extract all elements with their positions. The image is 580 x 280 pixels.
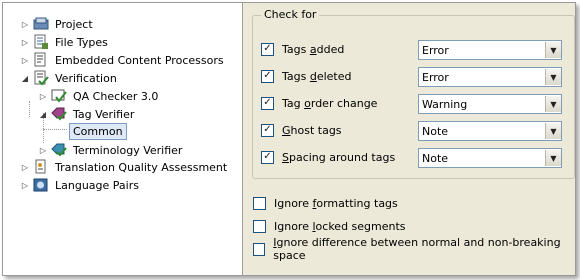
tree-item-label-selected: Common — [69, 122, 127, 140]
ghost-tags-label[interactable]: Ghost tags — [282, 124, 342, 137]
embedded-content-icon — [33, 52, 49, 68]
settings-tree: ▷ Project ▷ File Types ▷ Embedded Conten… — [3, 3, 243, 275]
tree-item-qa-checker[interactable]: ▷ QA Checker 3.0 — [37, 87, 160, 105]
select-value: Error — [422, 70, 449, 84]
tree-item-verification[interactable]: ◢ Verification — [19, 69, 119, 87]
ignore-formatting-tags-label[interactable]: Ignore formatting tags — [274, 197, 398, 210]
check-row-tag-order-change: ✓ Tag order change — [261, 92, 377, 114]
tags-added-severity-select[interactable]: Error ▼ — [418, 40, 562, 60]
dropdown-arrow-icon[interactable]: ▼ — [545, 96, 561, 112]
expand-arrow-icon[interactable]: ▷ — [19, 161, 31, 173]
tree-item-label: Project — [55, 17, 93, 31]
check-row-spacing-around-tags: ✓ Spacing around tags — [261, 146, 395, 168]
tags-deleted-checkbox[interactable]: ✓ — [261, 69, 274, 83]
ghost-tags-checkbox[interactable]: ✓ — [261, 123, 274, 137]
expand-arrow-icon[interactable]: ▷ — [37, 144, 49, 156]
select-value: Warning — [422, 97, 468, 111]
ignore-non-breaking-space-checkbox[interactable] — [253, 242, 266, 256]
tree-item-label: Embedded Content Processors — [55, 53, 224, 67]
select-value: Note — [422, 124, 449, 138]
expand-arrow-icon[interactable]: ▷ — [19, 54, 31, 66]
tree-item-file-types[interactable]: ▷ File Types — [19, 33, 110, 51]
tree-item-label: Tag Verifier — [73, 107, 135, 121]
dropdown-arrow-icon[interactable]: ▼ — [545, 42, 561, 58]
tqa-icon — [33, 159, 49, 175]
dropdown-arrow-icon[interactable]: ▼ — [545, 150, 561, 166]
tree-item-common[interactable]: Common — [69, 122, 127, 140]
check-for-group: Check for ✓ Tags added Error ▼ ✓ Tags de… — [252, 8, 575, 179]
group-title: Check for — [261, 8, 320, 21]
settings-window: ▷ Project ▷ File Types ▷ Embedded Conten… — [2, 2, 576, 276]
collapse-arrow-icon[interactable]: ◢ — [37, 108, 49, 120]
dropdown-arrow-icon[interactable]: ▼ — [545, 69, 561, 85]
tree-item-translation-quality-assessment[interactable]: ▷ Translation Quality Assessment — [19, 158, 229, 176]
select-value: Note — [422, 151, 449, 165]
tree-item-label: Terminology Verifier — [73, 143, 183, 157]
file-types-icon — [33, 34, 49, 50]
tag-order-change-checkbox[interactable]: ✓ — [261, 96, 274, 110]
expand-arrow-icon[interactable]: ▷ — [19, 36, 31, 48]
ignore-locked-segments-label[interactable]: Ignore locked segments — [274, 220, 406, 233]
check-row-tags-added: ✓ Tags added — [261, 38, 344, 60]
terminology-verifier-icon — [51, 142, 67, 158]
tag-order-change-severity-select[interactable]: Warning ▼ — [418, 94, 562, 114]
dropdown-arrow-icon[interactable]: ▼ — [545, 123, 561, 139]
ghost-tags-severity-select[interactable]: Note ▼ — [418, 121, 562, 141]
qa-checker-icon — [51, 88, 67, 104]
language-pairs-icon — [33, 177, 49, 193]
tree-item-project[interactable]: ▷ Project — [19, 15, 95, 33]
collapse-arrow-icon[interactable]: ◢ — [19, 72, 31, 84]
tree-item-label: File Types — [55, 35, 108, 49]
tree-item-tag-verifier[interactable]: ◢ Tag Verifier — [37, 105, 136, 123]
option-ignore-formatting-tags: Ignore formatting tags — [253, 192, 398, 214]
tree-item-language-pairs[interactable]: ▷ Language Pairs — [19, 176, 141, 194]
tree-item-label: Translation Quality Assessment — [55, 160, 228, 174]
tree-item-label: QA Checker 3.0 — [73, 89, 159, 103]
expand-arrow-icon[interactable]: ▷ — [37, 90, 49, 102]
tags-added-label[interactable]: Tags added — [282, 43, 344, 56]
expand-arrow-icon[interactable]: ▷ — [19, 18, 31, 30]
spacing-around-tags-label[interactable]: Spacing around tags — [282, 151, 395, 164]
tree-item-label: Verification — [55, 71, 117, 85]
ignore-non-breaking-space-label[interactable]: Ignore difference between normal and non… — [273, 236, 575, 262]
spacing-around-tags-severity-select[interactable]: Note ▼ — [418, 148, 562, 168]
tags-deleted-severity-select[interactable]: Error ▼ — [418, 67, 562, 87]
spacing-around-tags-checkbox[interactable]: ✓ — [261, 150, 274, 164]
check-row-ghost-tags: ✓ Ghost tags — [261, 119, 342, 141]
tag-order-change-label[interactable]: Tag order change — [282, 97, 377, 110]
tree-item-embedded-content-processors[interactable]: ▷ Embedded Content Processors — [19, 51, 226, 69]
verification-icon — [33, 70, 49, 86]
project-icon — [33, 16, 49, 32]
tag-verifier-icon — [51, 106, 67, 122]
option-ignore-non-breaking-space: Ignore difference between normal and non… — [253, 236, 575, 262]
expand-arrow-icon[interactable]: ▷ — [19, 179, 31, 191]
ignore-formatting-tags-checkbox[interactable] — [253, 196, 266, 210]
tags-deleted-label[interactable]: Tags deleted — [282, 70, 352, 83]
tag-verifier-settings-panel: Check for ✓ Tags added Error ▼ ✓ Tags de… — [244, 3, 575, 275]
ignore-locked-segments-checkbox[interactable] — [253, 219, 266, 233]
tree-item-terminology-verifier[interactable]: ▷ Terminology Verifier — [37, 141, 184, 159]
option-ignore-locked-segments: Ignore locked segments — [253, 215, 406, 237]
tree-item-label: Language Pairs — [55, 178, 139, 192]
check-row-tags-deleted: ✓ Tags deleted — [261, 65, 352, 87]
select-value: Error — [422, 43, 449, 57]
tags-added-checkbox[interactable]: ✓ — [261, 42, 274, 56]
